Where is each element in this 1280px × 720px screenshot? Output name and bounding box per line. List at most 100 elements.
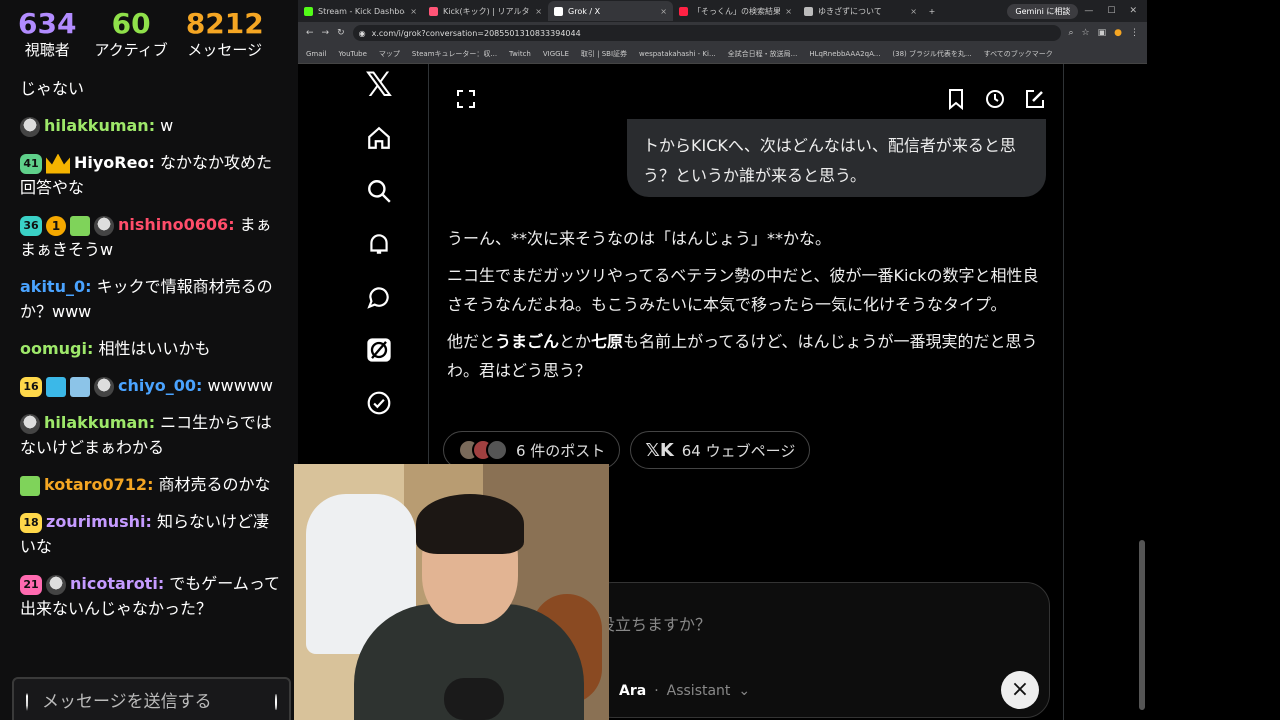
window-controls: — ☐ ✕ bbox=[1084, 6, 1147, 16]
grok-icon[interactable] bbox=[364, 335, 394, 365]
menu-icon[interactable]: ⋮ bbox=[1130, 28, 1139, 38]
star-icon[interactable]: ☆ bbox=[1082, 28, 1090, 38]
home-icon[interactable] bbox=[364, 123, 394, 153]
chat-username[interactable]: zourimushi: bbox=[46, 512, 152, 531]
tab-kick-dashboard[interactable]: Stream - Kick Dashboard × bbox=[298, 1, 423, 21]
chat-username[interactable]: akitu_0: bbox=[20, 277, 92, 296]
avatar-icon bbox=[94, 215, 114, 236]
grok-header-actions bbox=[946, 88, 1046, 114]
chat-message: oomugi: 相性はいいかも bbox=[20, 336, 284, 361]
back-icon[interactable]: ← bbox=[306, 28, 314, 38]
avatar-icon bbox=[20, 116, 40, 137]
web-source-icon: 𝕏K bbox=[645, 439, 674, 461]
zoom-icon[interactable]: ⌕ bbox=[1069, 28, 1074, 38]
chat-username[interactable]: HiyoReo: bbox=[74, 153, 155, 172]
bookmark-item[interactable]: 取引 | SBI証券 bbox=[581, 49, 627, 59]
grok-answer: うーん、**次に来そうなのは「はんじょう」**かな。 ニコ生でまだガッツリやって… bbox=[447, 224, 1047, 393]
web-pages-chip[interactable]: 𝕏K 64 ウェブページ bbox=[630, 431, 811, 469]
stat-value: 634 bbox=[18, 7, 77, 40]
bookmark-item[interactable]: wespatakahashi - Ki... bbox=[639, 50, 716, 58]
reload-icon[interactable]: ↻ bbox=[337, 28, 345, 38]
bookmark-item[interactable]: Steamキュレーター：収... bbox=[412, 49, 497, 59]
new-chat-icon[interactable] bbox=[1024, 88, 1046, 114]
tab-kick-ranking[interactable]: Kick(キック) | リアルタイムランキング × bbox=[423, 1, 548, 21]
avatar-icon bbox=[46, 574, 66, 595]
web-pages-count: 64 ウェブページ bbox=[681, 441, 796, 460]
model-selector[interactable]: Ara · Assistant ⌄ bbox=[619, 683, 750, 699]
search-icon[interactable] bbox=[364, 176, 394, 206]
bookmark-item[interactable]: マップ bbox=[379, 49, 400, 59]
bookmark-item[interactable]: HLqRnebbAAA2qA... bbox=[809, 50, 880, 58]
new-tab-button[interactable]: + bbox=[923, 7, 941, 16]
bookmark-item[interactable]: VIGGLE bbox=[543, 50, 569, 58]
chat-username[interactable]: oomugi: bbox=[20, 339, 93, 358]
chat-text: じゃない bbox=[20, 79, 85, 98]
chat-message-list[interactable]: じゃない hilakkuman: w 41 HiyoReo: なかなか攻めた回答やな 3… bbox=[0, 58, 298, 672]
stat-value: 60 bbox=[111, 7, 151, 40]
chat-message: 41 HiyoReo: なかなか攻めた回答やな bbox=[20, 150, 284, 200]
expand-icon[interactable] bbox=[456, 89, 476, 113]
answer-paragraph: 他だとうまごんとか七原も名前上がってるけど、はんじょうが一番現実的だと思うわ。君… bbox=[447, 327, 1047, 385]
grok-composer[interactable]: 役立ちますか？ Ara · Assistant ⌄ bbox=[588, 582, 1050, 718]
close-tab-icon[interactable]: × bbox=[785, 7, 792, 16]
chat-username[interactable]: kotaro0712: bbox=[44, 475, 153, 494]
chat-message: 18 zourimushi: 知らないけど凄いな bbox=[20, 509, 284, 559]
chat-message: akitu_0: キックで情報商材売るのか？www bbox=[20, 274, 284, 324]
tab-bar: Stream - Kick Dashboard × Kick(キック) | リアル… bbox=[298, 0, 1147, 22]
shield-icon[interactable] bbox=[26, 693, 28, 711]
crown-icon bbox=[46, 153, 70, 174]
url-field[interactable]: ◉ x.com/i/grok?conversation=208550131083… bbox=[352, 25, 1061, 41]
emoji-icon[interactable] bbox=[275, 694, 277, 710]
close-window-icon[interactable]: ✕ bbox=[1129, 6, 1137, 16]
tab-grok[interactable]: Grok / X × bbox=[548, 1, 673, 21]
chat-message-input[interactable] bbox=[42, 692, 261, 712]
chat-username[interactable]: hilakkuman: bbox=[44, 413, 155, 432]
x-logo-icon[interactable]: 𝕏 bbox=[364, 65, 394, 105]
extensions-icon[interactable]: ▣ bbox=[1098, 28, 1107, 38]
bookmark-item[interactable]: 全試合日程・放送局... bbox=[728, 49, 798, 59]
bookmark-item[interactable]: Gmail bbox=[306, 50, 326, 58]
site-info-icon[interactable]: ◉ bbox=[359, 29, 366, 38]
bookmark-icon[interactable] bbox=[946, 88, 966, 114]
tab-yahoo-search[interactable]: 「そっくん」の検索結果 - Yahoo!検索 × bbox=[673, 1, 798, 21]
chat-message: 16 chiyo_00: wwwww bbox=[20, 373, 284, 398]
tab-label: Grok / X bbox=[568, 6, 601, 16]
bookmark-item[interactable]: Twitch bbox=[509, 50, 531, 58]
x-favicon-icon bbox=[554, 6, 563, 16]
close-tab-icon[interactable]: × bbox=[410, 7, 417, 16]
chat-username[interactable]: nishino0606: bbox=[118, 215, 235, 234]
maximize-icon[interactable]: ☐ bbox=[1107, 6, 1115, 16]
posts-count: 6 件のポスト bbox=[516, 441, 606, 460]
messages-icon[interactable] bbox=[364, 282, 394, 312]
stat-value: 8212 bbox=[185, 7, 264, 40]
bookmark-item[interactable]: YouTube bbox=[338, 50, 366, 58]
tab-label: ゆきざずについて bbox=[818, 6, 882, 16]
forward-icon[interactable]: → bbox=[322, 28, 330, 38]
history-icon[interactable] bbox=[984, 88, 1006, 114]
tab-yukizazu[interactable]: ゆきざずについて × bbox=[798, 1, 923, 21]
chat-text: 相性はいいかも bbox=[93, 339, 211, 358]
avatar-icon bbox=[94, 376, 114, 397]
chat-username[interactable]: hilakkuman: bbox=[44, 116, 155, 135]
bookmark-item[interactable]: すべてのブックマーク bbox=[984, 49, 1053, 59]
answer-text: とか bbox=[559, 332, 592, 351]
bell-icon[interactable] bbox=[364, 229, 394, 259]
close-button[interactable]: × bbox=[1001, 671, 1039, 709]
profile-avatar[interactable]: ● bbox=[1114, 28, 1122, 38]
minimize-icon[interactable]: — bbox=[1084, 6, 1093, 16]
coin-badge-icon: 1 bbox=[46, 215, 66, 236]
close-tab-icon[interactable]: × bbox=[535, 7, 542, 16]
scrollbar[interactable] bbox=[1139, 540, 1145, 710]
bookmark-item[interactable]: (38) ブラジル代表を丸... bbox=[892, 49, 971, 59]
verified-icon[interactable] bbox=[364, 388, 394, 418]
chat-message: 21 nicotaroti: でもゲームって出来ないんじゃなかった？ bbox=[20, 571, 284, 621]
close-tab-icon[interactable]: × bbox=[660, 7, 667, 16]
gemini-button[interactable]: Gemini に相談 bbox=[1007, 3, 1079, 19]
chat-username[interactable]: nicotaroti: bbox=[70, 574, 164, 593]
close-tab-icon[interactable]: × bbox=[910, 7, 917, 16]
post-avatars bbox=[458, 439, 508, 461]
composer-placeholder: 役立ちますか？ bbox=[599, 615, 712, 634]
tab-label: 「そっくん」の検索結果 - Yahoo!検索 bbox=[693, 6, 781, 16]
level-badge: 18 bbox=[20, 512, 42, 533]
chat-username[interactable]: chiyo_00: bbox=[118, 376, 202, 395]
